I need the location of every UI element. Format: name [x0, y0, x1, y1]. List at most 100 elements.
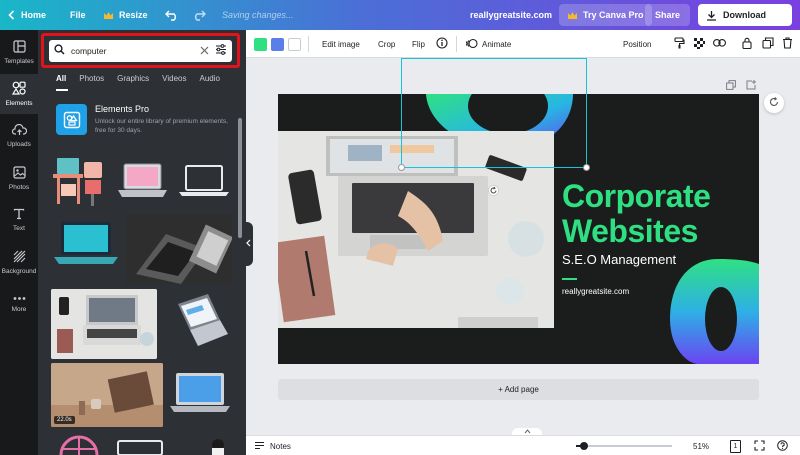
filter-icon[interactable] — [215, 42, 227, 60]
clear-search-icon[interactable] — [200, 42, 209, 60]
side-nav: Templates Elements Uploads Photos Text B… — [0, 30, 38, 455]
result-thumb-laptop-photo[interactable] — [126, 214, 232, 284]
design-website[interactable]: reallygreatsite.com — [562, 287, 629, 296]
nav-elements[interactable]: Elements — [0, 74, 38, 114]
undo-icon — [165, 9, 179, 21]
lock-button[interactable] — [742, 30, 752, 58]
elements-pro-promo[interactable]: Elements Pro Unlock our entire library o… — [56, 102, 236, 142]
video-duration-badge: 22.0s — [54, 416, 75, 424]
chevron-left-icon — [245, 239, 251, 249]
link-button[interactable] — [713, 30, 726, 58]
color-swatch-blue[interactable] — [271, 38, 284, 51]
search-input[interactable] — [71, 46, 194, 56]
delete-button[interactable] — [782, 30, 793, 58]
result-thumb-teal-laptop[interactable] — [51, 216, 121, 274]
nav-elements-label: Elements — [5, 100, 33, 107]
design-subtitle[interactable]: S.E.O Management — [562, 252, 676, 267]
more-icon — [13, 296, 26, 303]
zoom-level[interactable]: 51% — [693, 436, 709, 455]
nav-background-label: Background — [1, 267, 37, 275]
resize-handle[interactable] — [583, 164, 590, 171]
result-thumb-blue-laptop[interactable] — [168, 370, 232, 420]
undo-button[interactable] — [165, 0, 179, 30]
tab-all[interactable]: All — [56, 74, 66, 88]
result-thumb-video-desk[interactable]: 22.0s — [51, 363, 163, 427]
result-thumb-person[interactable] — [198, 436, 234, 455]
zoom-slider-thumb[interactable] — [579, 442, 588, 450]
result-thumb-monitor[interactable] — [116, 440, 166, 455]
promo-description: Unlock our entire library of premium ele… — [95, 118, 228, 134]
duplicate-page-icon[interactable] — [726, 77, 736, 95]
add-page-icon[interactable] — [746, 77, 757, 95]
nav-uploads[interactable]: Uploads — [0, 116, 38, 156]
duplicate-icon — [762, 37, 774, 51]
panel-scrollbar[interactable] — [238, 118, 242, 238]
design-title-line-1[interactable]: Corporate — [562, 178, 711, 215]
animate-button[interactable]: Animate — [465, 30, 511, 58]
color-swatch-green[interactable] — [254, 38, 267, 51]
nav-text[interactable]: Text — [0, 200, 38, 240]
try-pro-label: Try Canva Pro — [583, 10, 644, 20]
position-button[interactable]: Position — [623, 30, 651, 58]
file-menu[interactable]: File — [70, 0, 86, 30]
collapse-panel-button[interactable] — [243, 222, 253, 266]
home-label: Home — [21, 10, 47, 20]
nav-background[interactable]: Background — [0, 242, 38, 282]
result-thumb-outline-laptop[interactable] — [176, 160, 232, 202]
info-button[interactable] — [436, 30, 448, 58]
transparency-icon — [694, 37, 705, 51]
top-bar: Home File Resize Saving changes... reall… — [0, 0, 800, 30]
transparency-button[interactable] — [694, 30, 705, 58]
notes-icon — [254, 441, 265, 452]
notes-button[interactable]: Notes — [254, 436, 291, 455]
flip-button[interactable]: Flip — [412, 30, 425, 58]
redo-icon — [192, 9, 206, 21]
tab-audio[interactable]: Audio — [199, 74, 219, 88]
nav-templates[interactable]: Templates — [0, 32, 38, 72]
add-page-button[interactable]: + Add page — [278, 379, 759, 400]
design-title-line-2[interactable]: Websites — [562, 213, 698, 250]
home-button[interactable]: Home — [8, 0, 46, 30]
result-thumb-pink-laptop[interactable] — [116, 160, 169, 202]
rotate-handle[interactable] — [488, 183, 499, 201]
nav-more[interactable]: More — [0, 284, 38, 324]
redo-button[interactable] — [192, 0, 206, 30]
resize-button[interactable]: Resize — [103, 0, 148, 30]
edit-image-button[interactable]: Edit image — [322, 30, 360, 58]
zoom-slider[interactable] — [576, 442, 672, 450]
link-icon — [713, 39, 726, 49]
nav-uploads-label: Uploads — [7, 141, 31, 148]
selection-frame — [401, 58, 587, 168]
chevron-left-icon — [8, 10, 15, 20]
page-count-button[interactable]: 1 — [730, 436, 741, 455]
tab-photos[interactable]: Photos — [79, 74, 104, 88]
tab-videos[interactable]: Videos — [162, 74, 186, 88]
info-icon — [436, 37, 448, 51]
download-button[interactable]: Download — [698, 4, 792, 26]
nav-photos[interactable]: Photos — [0, 158, 38, 198]
crop-button[interactable]: Crop — [378, 30, 395, 58]
design-title[interactable]: reallygreatsite.com — [470, 0, 552, 30]
duplicate-button[interactable] — [762, 30, 774, 58]
download-label: Download — [723, 10, 766, 20]
format-paint-button[interactable] — [674, 30, 685, 58]
search-box[interactable] — [49, 40, 232, 62]
refresh-button[interactable] — [764, 93, 784, 113]
photos-icon — [12, 165, 26, 181]
result-thumb-iso-laptop[interactable] — [164, 290, 232, 358]
tab-graphics[interactable]: Graphics — [117, 74, 149, 88]
nav-more-label: More — [11, 305, 27, 313]
fullscreen-button[interactable] — [754, 436, 765, 455]
result-thumb-globe[interactable] — [51, 433, 107, 455]
color-swatch-white[interactable] — [288, 38, 301, 51]
try-canva-pro-button[interactable]: Try Canva Pro — [559, 4, 652, 26]
nav-photos-label: Photos — [8, 183, 30, 191]
share-button[interactable]: Share — [645, 4, 691, 26]
background-icon — [13, 250, 26, 265]
promo-title: Elements Pro — [95, 104, 150, 114]
result-thumb-desk-photo[interactable] — [51, 289, 157, 359]
help-button[interactable] — [777, 436, 788, 455]
accent-divider — [562, 278, 577, 280]
resize-handle[interactable] — [398, 164, 405, 171]
result-thumb-desk-illustration[interactable] — [51, 154, 107, 209]
